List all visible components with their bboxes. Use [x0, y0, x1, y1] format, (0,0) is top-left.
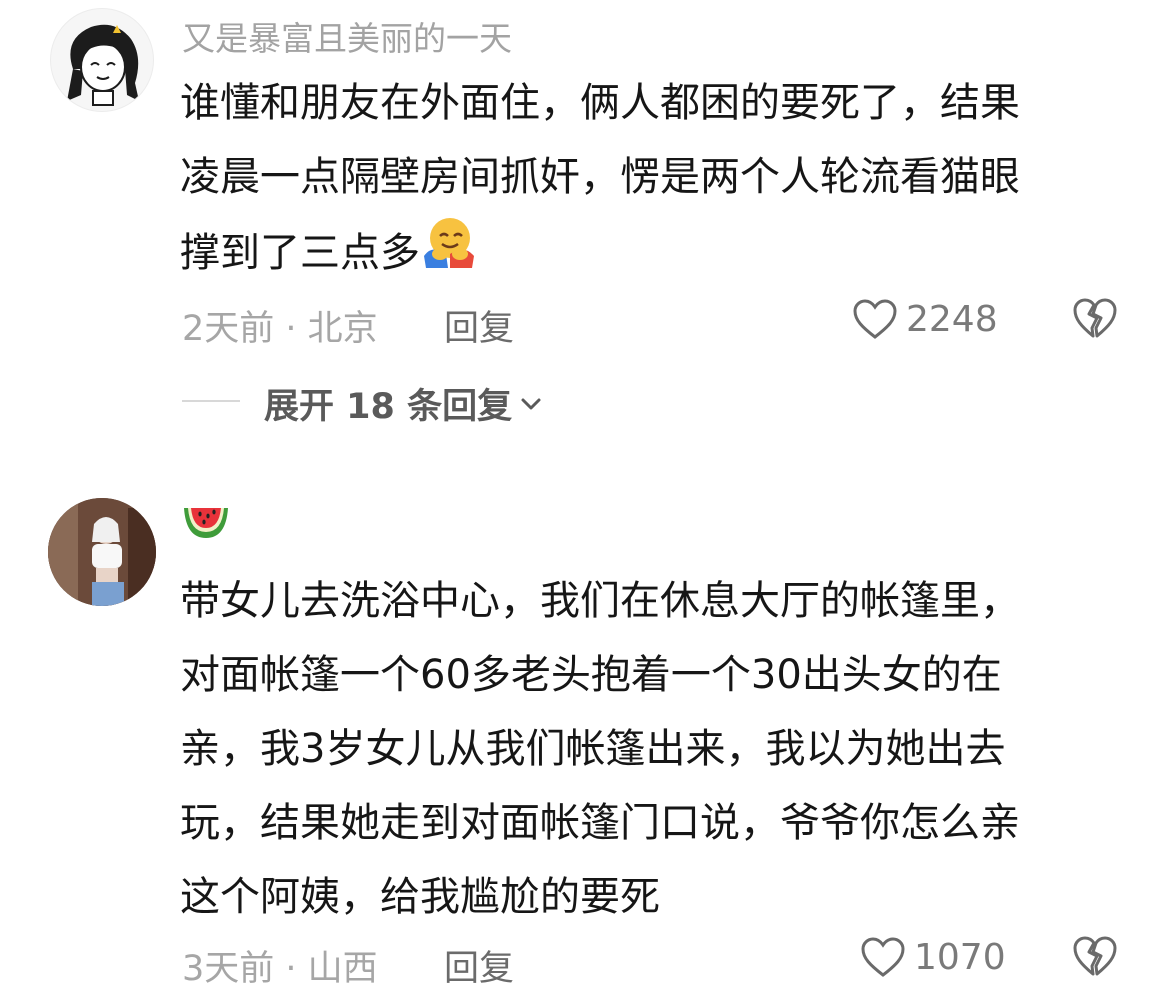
heart-icon — [853, 299, 897, 339]
like-button[interactable]: 2248 — [852, 298, 998, 340]
comment-line: 这个阿姨，给我尴尬的要死 — [180, 874, 660, 920]
comment-line: 玩，结果她走到对面帐篷门口说，爷爷你怎么亲 — [180, 800, 1020, 846]
avatar[interactable] — [48, 498, 156, 606]
comment-line: 谁懂和朋友在外面住，俩人都困的要死了，结果 — [180, 80, 1020, 126]
comment-line: 亲，我3岁女儿从我们帐篷出来，我以为她出去 — [180, 726, 1006, 772]
comment-text: 谁懂和朋友在外面住，俩人都困的要死了，结果 凌晨一点隔壁房间抓奸，愣是两个人轮流… — [180, 66, 1120, 296]
dislike-button[interactable] — [1072, 934, 1118, 982]
broken-heart-icon — [1073, 936, 1117, 976]
user-photo-avatar-icon — [48, 498, 156, 606]
avatar[interactable] — [50, 8, 154, 112]
hugging-face-icon — [420, 214, 478, 296]
comment-line: 带女儿去洗浴中心，我们在休息大厅的帐篷里， — [180, 578, 1020, 624]
comment-line-text: 撑到了三点多 — [180, 230, 420, 276]
divider — [182, 400, 240, 402]
cartoon-girl-avatar-icon — [67, 24, 139, 106]
like-button[interactable]: 1070 — [860, 936, 1006, 978]
heart-icon — [861, 937, 905, 977]
chevron-down-icon — [521, 398, 541, 409]
watermelon-icon — [182, 502, 230, 550]
like-count: 1070 — [914, 936, 1006, 978]
comment-text: 带女儿去洗浴中心，我们在休息大厅的帐篷里， 对面帐篷一个60多老头抱着一个30出… — [180, 564, 1120, 934]
comment-meta: 2天前 · 北京 — [182, 309, 378, 349]
username[interactable] — [182, 502, 230, 550]
reply-button[interactable]: 回复 — [444, 940, 514, 991]
comment-line: 对面帐篷一个60多老头抱着一个30出头女的在 — [180, 652, 1002, 698]
reply-button[interactable]: 回复 — [444, 300, 514, 351]
like-count: 2248 — [906, 298, 998, 340]
username[interactable]: 又是暴富且美丽的一天 — [182, 12, 512, 60]
comment-line: 撑到了三点多 — [180, 214, 1120, 296]
dislike-button[interactable] — [1072, 296, 1118, 344]
comment-line: 凌晨一点隔壁房间抓奸，愣是两个人轮流看猫眼 — [180, 154, 1020, 200]
expand-replies-label: 展开 18 条回复 — [264, 387, 513, 427]
expand-replies-button[interactable]: 展开 18 条回复 — [264, 378, 542, 429]
broken-heart-icon — [1073, 298, 1117, 338]
comment-meta: 3天前 · 山西 — [182, 949, 378, 989]
